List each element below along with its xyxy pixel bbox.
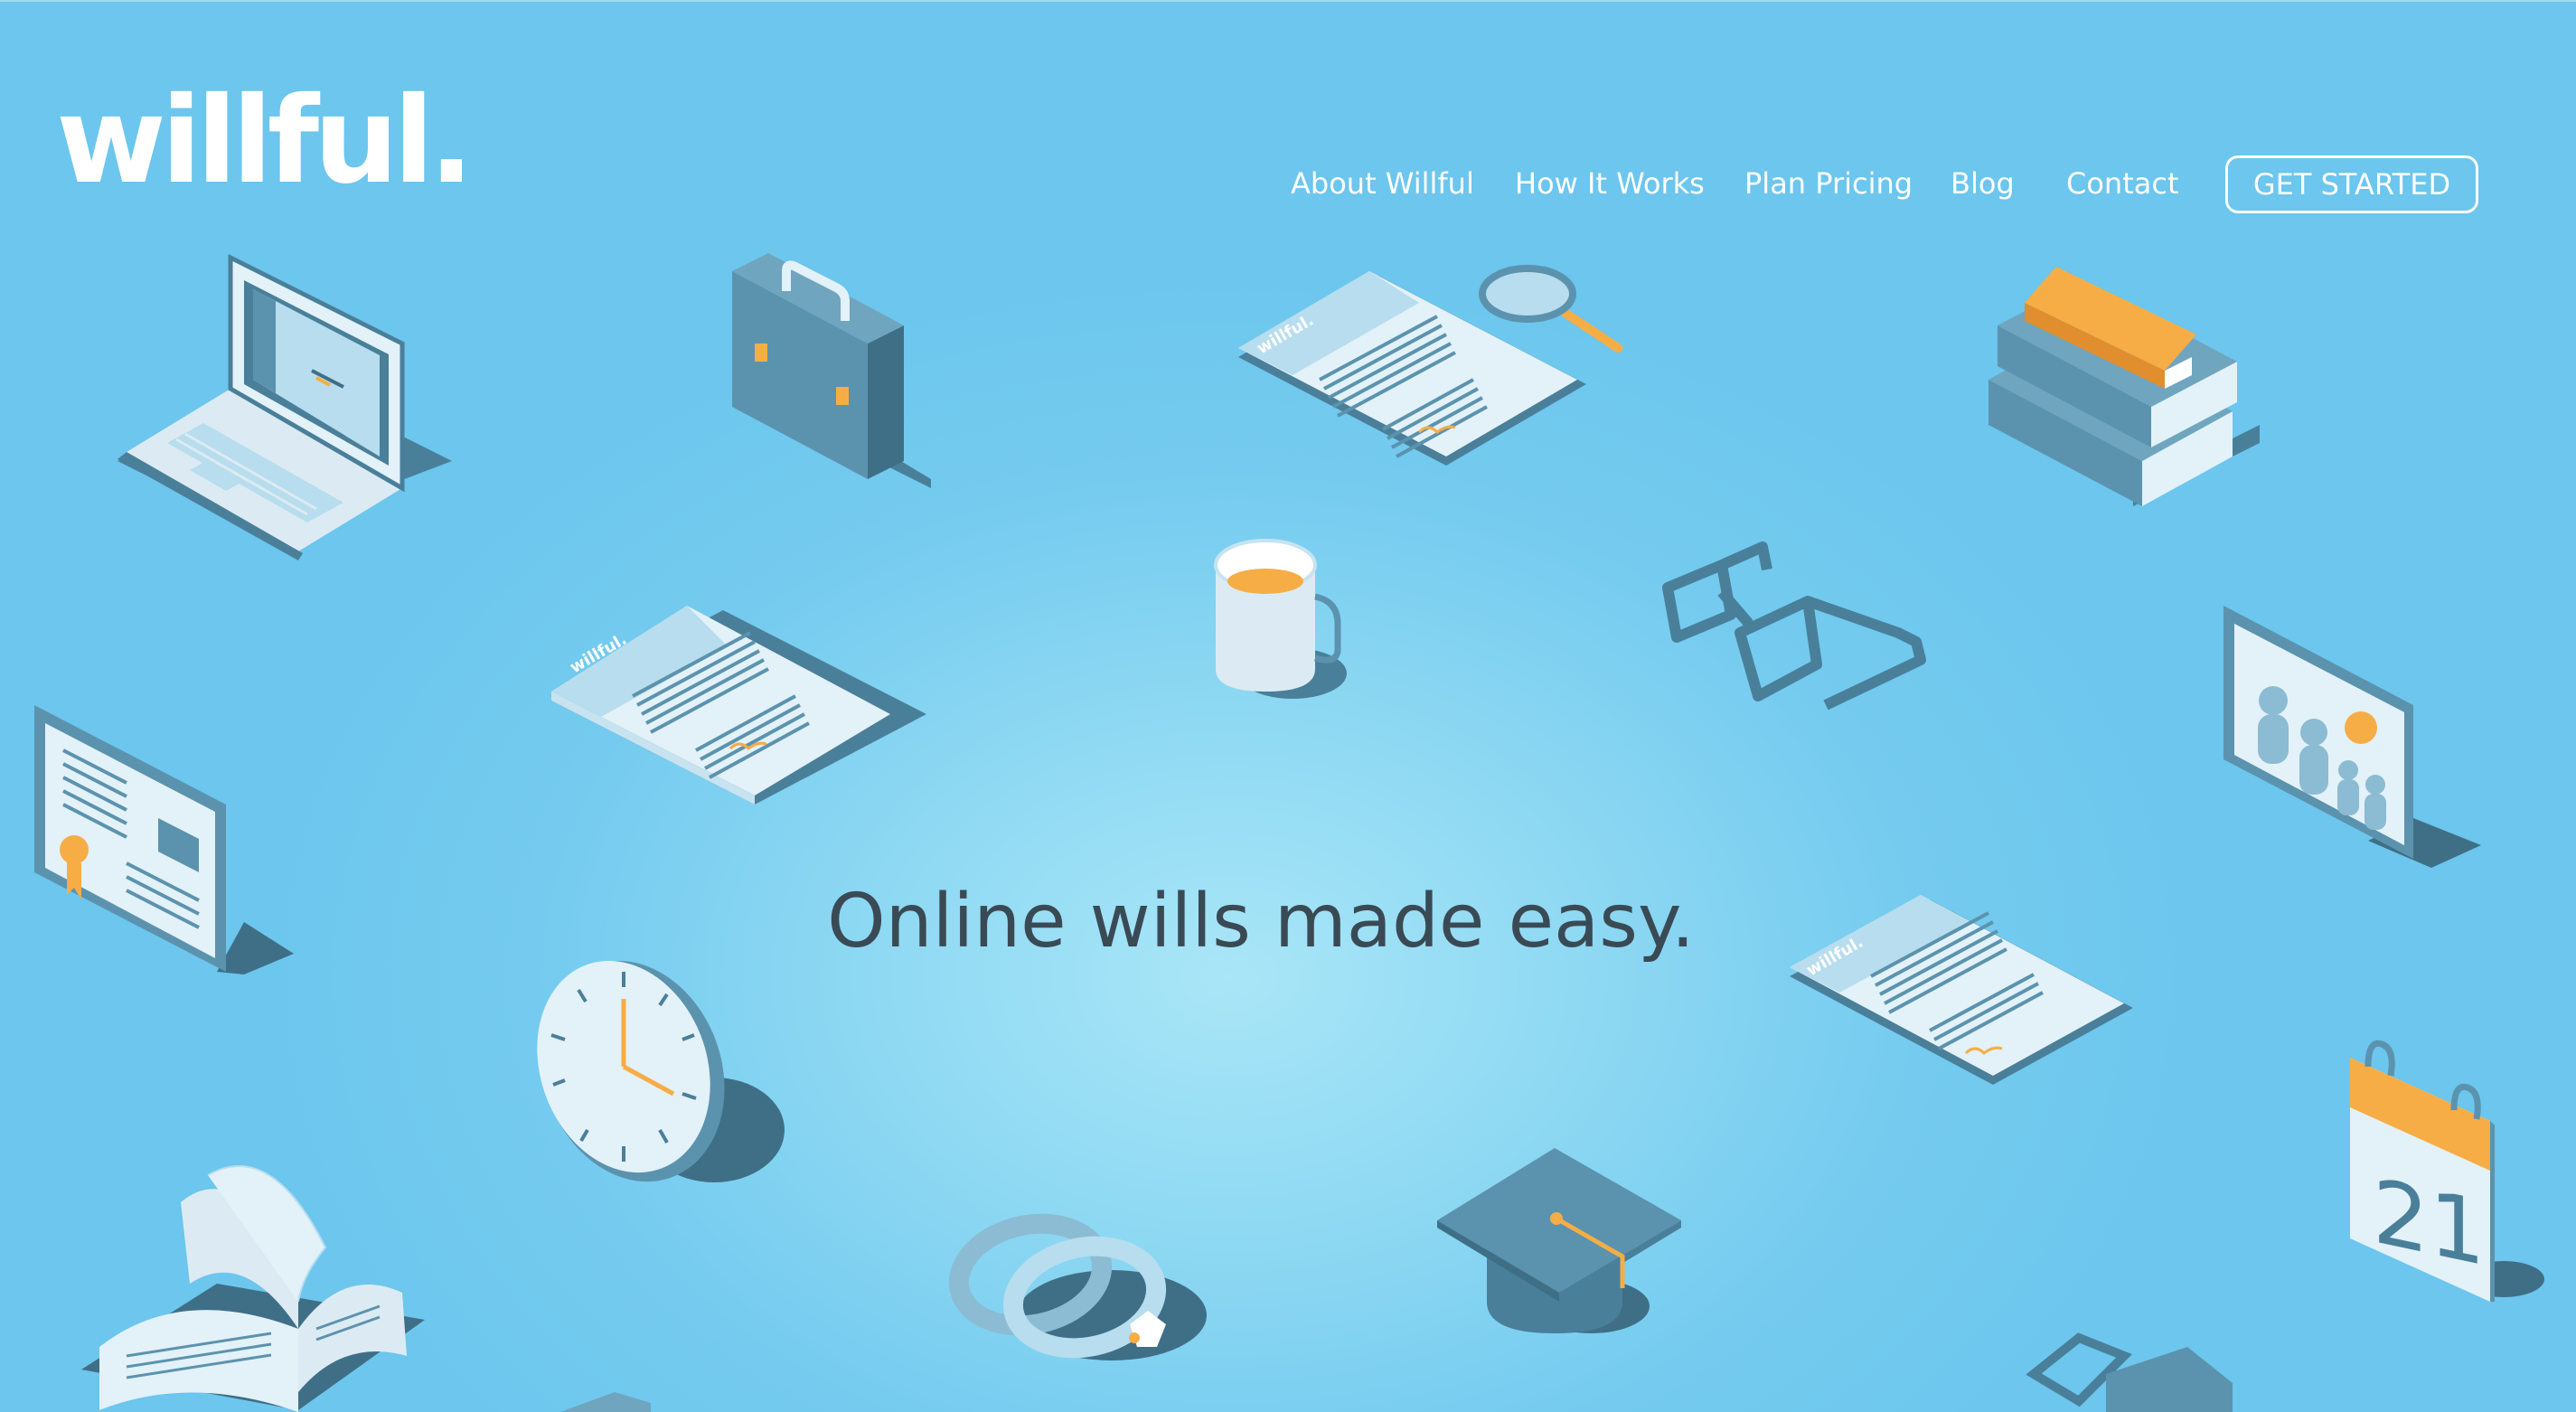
- graduation-cap-icon: [1437, 1148, 1681, 1333]
- family-photo-icon: [2223, 606, 2481, 868]
- nav-how-it-works[interactable]: How It Works: [1515, 166, 1705, 201]
- briefcase-icon: [732, 253, 931, 488]
- document-icon: willful.: [551, 606, 926, 805]
- nav-blog[interactable]: Blog: [1951, 166, 2015, 201]
- mug-icon: [1214, 539, 1347, 699]
- nav-about-willful[interactable]: About Willful: [1291, 166, 1474, 201]
- clock-icon: [537, 960, 785, 1182]
- calendar-icon: 21: [2350, 1040, 2544, 1302]
- willful-logo[interactable]: willful.: [56, 81, 474, 201]
- hero-headline: Online wills made easy.: [0, 879, 2576, 965]
- landing-page: willful. willful. willful. 21 willful. A…: [0, 0, 2576, 1412]
- nav-contact[interactable]: Contact: [2066, 166, 2179, 201]
- magnifier-icon: [1479, 265, 1622, 353]
- rings-icon: [948, 1213, 1207, 1360]
- laptop-icon: [118, 253, 452, 560]
- books-icon: [1988, 267, 2260, 506]
- hero-illustrations: willful. willful. willful. 21: [34, 253, 2544, 1412]
- glasses-icon: [1662, 541, 1926, 711]
- open-book-icon: [81, 1165, 425, 1412]
- hero-headline-text: Online wills made easy.: [827, 879, 1695, 965]
- nav-plan-pricing[interactable]: Plan Pricing: [1744, 166, 1913, 201]
- partial-object: [560, 1392, 651, 1412]
- get-started-button[interactable]: GET STARTED: [2225, 155, 2478, 213]
